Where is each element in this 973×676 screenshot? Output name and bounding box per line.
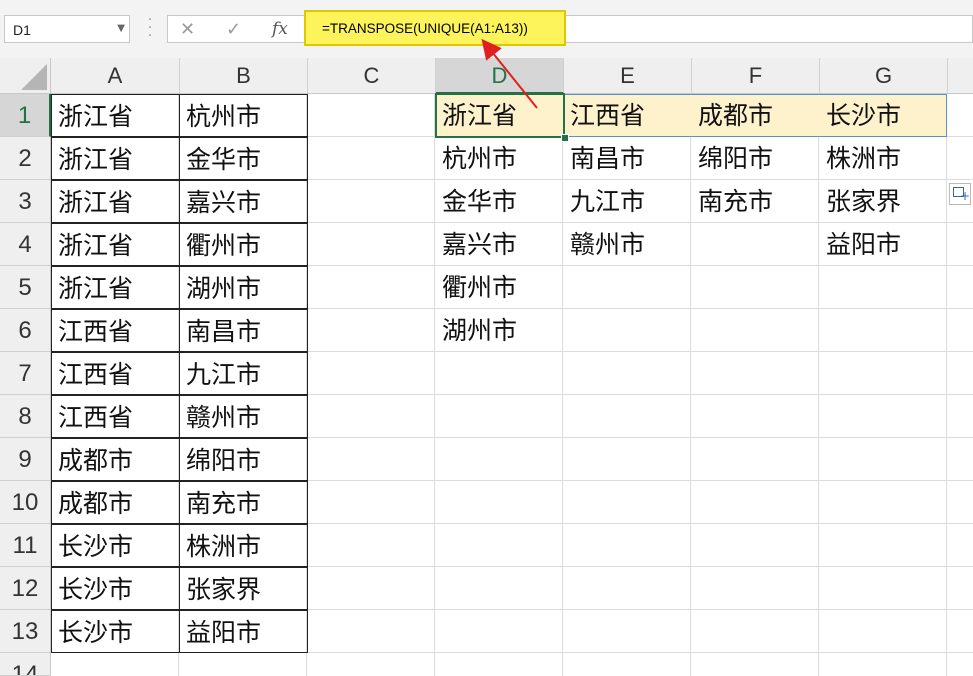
row-header-14[interactable]: 14 <box>0 653 51 676</box>
row-header-5[interactable]: 5 <box>0 266 51 309</box>
cell-d4[interactable]: 嘉兴市 <box>436 223 564 266</box>
cell-b1[interactable]: 杭州市 <box>179 94 308 137</box>
name-box-value: D1 <box>13 22 31 38</box>
cell-a2[interactable]: 浙江省 <box>51 137 180 180</box>
column-header-h[interactable] <box>948 58 973 94</box>
cell-g2[interactable]: 株洲市 <box>820 137 948 180</box>
cell-a1[interactable]: 浙江省 <box>51 94 180 137</box>
cancel-icon[interactable]: ✕ <box>180 19 195 40</box>
formula-input[interactable]: =TRANSPOSE(UNIQUE(A1:A13)) <box>304 10 566 46</box>
row-header-11[interactable]: 11 <box>0 524 51 567</box>
chevron-down-icon[interactable]: ▼ <box>117 23 125 34</box>
formula-text: =TRANSPOSE(UNIQUE(A1:A13)) <box>322 21 528 36</box>
cell-a7[interactable]: 江西省 <box>51 352 180 395</box>
cell-b11[interactable]: 株洲市 <box>179 524 308 567</box>
enter-icon[interactable]: ✓ <box>226 19 241 40</box>
cell-a8[interactable]: 江西省 <box>51 395 180 438</box>
cell-a11[interactable]: 长沙市 <box>51 524 180 567</box>
cell-a4[interactable]: 浙江省 <box>51 223 180 266</box>
active-cell-outline <box>435 93 565 138</box>
cell-d5[interactable]: 衢州市 <box>436 266 564 309</box>
cell-b5[interactable]: 湖州市 <box>179 266 308 309</box>
name-box[interactable]: D1 ▼ <box>4 15 130 43</box>
cell-d6[interactable]: 湖州市 <box>436 309 564 352</box>
cell-g3[interactable]: 张家界 <box>820 180 948 223</box>
cell-b9[interactable]: 绵阳市 <box>179 438 308 481</box>
cell-b10[interactable]: 南充市 <box>179 481 308 524</box>
fill-handle[interactable] <box>561 134 569 142</box>
row-header-13[interactable]: 13 <box>0 610 51 653</box>
cell-e3[interactable]: 九江市 <box>564 180 692 223</box>
column-header-f[interactable]: F <box>692 58 820 94</box>
cell-b3[interactable]: 嘉兴市 <box>179 180 308 223</box>
row-header-4[interactable]: 4 <box>0 223 51 266</box>
cell-e1[interactable]: 江西省 <box>564 94 692 137</box>
row-header-1[interactable]: 1 <box>0 94 51 137</box>
cell-a6[interactable]: 江西省 <box>51 309 180 352</box>
row-header-2[interactable]: 2 <box>0 137 51 180</box>
cell-a13[interactable]: 长沙市 <box>51 610 180 653</box>
cell-a9[interactable]: 成都市 <box>51 438 180 481</box>
cell-a10[interactable]: 成都市 <box>51 481 180 524</box>
column-header-e[interactable]: E <box>564 58 692 94</box>
cell-b6[interactable]: 南昌市 <box>179 309 308 352</box>
cell-b4[interactable]: 衢州市 <box>179 223 308 266</box>
row-header-10[interactable]: 10 <box>0 481 51 524</box>
insert-function-icon[interactable]: fx <box>272 19 288 39</box>
cell-f2[interactable]: 绵阳市 <box>692 137 820 180</box>
cell-f3[interactable]: 南充市 <box>692 180 820 223</box>
formula-bar[interactable]: ✕ ✓ fx <box>167 15 973 43</box>
column-header-a[interactable]: A <box>51 58 180 94</box>
cell-f1[interactable]: 成都市 <box>692 94 820 137</box>
select-all-icon <box>21 64 47 90</box>
column-header-c[interactable]: C <box>308 58 436 94</box>
row-header-6[interactable]: 6 <box>0 309 51 352</box>
row-header-9[interactable]: 9 <box>0 438 51 481</box>
cell-a5[interactable]: 浙江省 <box>51 266 180 309</box>
cell-a12[interactable]: 长沙市 <box>51 567 180 610</box>
column-header-d[interactable]: D <box>436 58 564 94</box>
cell-g1[interactable]: 长沙市 <box>820 94 948 137</box>
cell-b7[interactable]: 九江市 <box>179 352 308 395</box>
column-header-b[interactable]: B <box>180 58 308 94</box>
cell-e4[interactable]: 赣州市 <box>564 223 692 266</box>
column-header-g[interactable]: G <box>820 58 948 94</box>
formula-toolbar: D1 ▼ · · · ✕ ✓ fx =TRANSPOSE(UNIQUE(A1:A13… <box>0 0 973 59</box>
row-header-8[interactable]: 8 <box>0 395 51 438</box>
cell-d3[interactable]: 金华市 <box>436 180 564 223</box>
more-vertical-icon: · · · <box>147 12 153 44</box>
row-header-7[interactable]: 7 <box>0 352 51 395</box>
cell-b8[interactable]: 赣州市 <box>179 395 308 438</box>
cell-d2[interactable]: 杭州市 <box>436 137 564 180</box>
cell-b2[interactable]: 金华市 <box>179 137 308 180</box>
paste-options-icon[interactable] <box>949 183 971 205</box>
cell-b12[interactable]: 张家界 <box>179 567 308 610</box>
cell-a3[interactable]: 浙江省 <box>51 180 180 223</box>
cell-g4[interactable]: 益阳市 <box>820 223 948 266</box>
select-all-corner[interactable] <box>0 58 51 94</box>
row-header-12[interactable]: 12 <box>0 567 51 610</box>
row-header-3[interactable]: 3 <box>0 180 51 223</box>
cell-e2[interactable]: 南昌市 <box>564 137 692 180</box>
cell-b13[interactable]: 益阳市 <box>179 610 308 653</box>
